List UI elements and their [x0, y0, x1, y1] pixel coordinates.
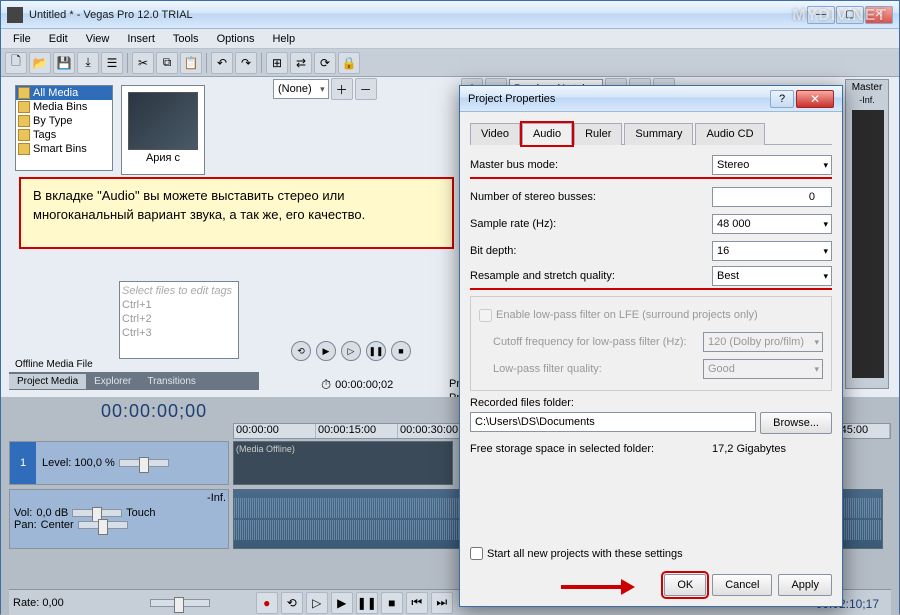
tree-media-bins[interactable]: Media Bins [16, 100, 112, 114]
dialog-close-button[interactable]: ✕ [796, 90, 834, 108]
tree-tags[interactable]: Tags [16, 128, 112, 142]
zoom-in-icon[interactable]: ＋ [331, 78, 353, 100]
pan-slider[interactable] [78, 521, 128, 529]
browse-button[interactable]: Browse... [760, 412, 832, 434]
play-start2-icon[interactable]: ▷ [306, 592, 328, 614]
tree-smart-bins[interactable]: Smart Bins [16, 142, 112, 156]
cancel-button[interactable]: Cancel [712, 574, 772, 596]
trimmer-time: ⏱00:00:00;02 [321, 377, 393, 393]
app-icon [7, 7, 23, 23]
ripple-icon[interactable]: ⇄ [290, 52, 312, 74]
lfe-checkbox [479, 309, 492, 322]
annotation-arrow [561, 579, 635, 595]
tab-audio-cd[interactable]: Audio CD [695, 123, 764, 145]
app-window: Untitled * - Vegas Pro 12.0 TRIAL — ▢ ✕ … [0, 0, 900, 614]
cut-icon[interactable]: ✂ [132, 52, 154, 74]
vol-slider[interactable] [72, 509, 122, 517]
video-clip[interactable]: (Media Offline) [233, 441, 453, 485]
lock-icon[interactable]: 🔒 [338, 52, 360, 74]
apply-button[interactable]: Apply [778, 574, 832, 596]
menu-view[interactable]: View [78, 31, 118, 47]
project-properties-dialog: Project Properties ? ✕ Video Audio Ruler… [459, 85, 843, 607]
recorded-folder-input[interactable] [470, 412, 756, 432]
tree-all-media[interactable]: All Media [16, 86, 112, 100]
sample-rate-select[interactable]: 48 000 [712, 214, 832, 234]
ok-button[interactable]: OK [664, 574, 706, 596]
tab-audio[interactable]: Audio [522, 123, 572, 145]
master-meter [852, 110, 884, 378]
stop-icon[interactable]: ■ [391, 341, 411, 361]
help-icon[interactable]: ? [770, 90, 794, 108]
save-icon[interactable]: 💾 [53, 52, 75, 74]
menu-insert[interactable]: Insert [119, 31, 163, 47]
go-end-icon[interactable]: ⏭ [431, 592, 453, 614]
play-icon[interactable]: ▶ [316, 341, 336, 361]
tab-video[interactable]: Video [470, 123, 520, 145]
new-icon[interactable]: 🗋 [5, 52, 27, 74]
menubar[interactable]: File Edit View Insert Tools Options Help [1, 29, 899, 49]
lfe-fieldset: Enable low-pass filter on LFE (surround … [470, 296, 832, 391]
tab-transitions[interactable]: Transitions [139, 374, 204, 389]
copy-icon[interactable]: ⧉ [156, 52, 178, 74]
zoom-out-icon[interactable]: － [355, 78, 377, 100]
level-slider[interactable] [119, 459, 169, 467]
resample-select[interactable]: Best [712, 266, 832, 286]
timeline-position: 00:00:00;00 [101, 401, 207, 422]
window-title: Untitled * - Vegas Pro 12.0 TRIAL [29, 9, 807, 21]
thumbnail-caption: Ария с [122, 152, 204, 164]
dialog-tabs[interactable]: Video Audio Ruler Summary Audio CD [470, 122, 832, 145]
loop-icon[interactable]: ⟲ [291, 341, 311, 361]
tab-explorer[interactable]: Explorer [86, 374, 139, 389]
autosave-icon[interactable]: ⟳ [314, 52, 336, 74]
thumbnail-image [128, 92, 198, 150]
render-icon[interactable]: ⤓ [77, 52, 99, 74]
main-toolbar: 🗋 📂 💾 ⤓ ☰ ✂ ⧉ 📋 ↶ ↷ ⊞ ⇄ ⟳ 🔒 [1, 49, 899, 77]
tool-mode-select[interactable]: (None) [273, 79, 329, 99]
trimmer-transport: ⟲ ▶ ▷ ❚❚ ■ [291, 341, 411, 361]
rate-slider[interactable] [150, 599, 210, 607]
menu-options[interactable]: Options [209, 31, 263, 47]
rate-label: Rate: 0,00 [13, 597, 64, 609]
cutoff-select: 120 (Dolby pro/film) [703, 332, 823, 352]
properties-icon[interactable]: ☰ [101, 52, 123, 74]
tab-summary[interactable]: Summary [624, 123, 693, 145]
titlebar: Untitled * - Vegas Pro 12.0 TRIAL — ▢ ✕ [1, 1, 899, 29]
menu-help[interactable]: Help [264, 31, 303, 47]
dialog-titlebar: Project Properties ? ✕ [460, 86, 842, 112]
play-start-icon[interactable]: ▷ [341, 341, 361, 361]
media-tree[interactable]: All Media Media Bins By Type Tags Smart … [15, 85, 113, 171]
tree-by-type[interactable]: By Type [16, 114, 112, 128]
redo-icon[interactable]: ↷ [235, 52, 257, 74]
pause2-icon[interactable]: ❚❚ [356, 592, 378, 614]
watermark: MYDIV.NET [792, 7, 887, 25]
audio-track-header[interactable]: Vol:0,0 dBTouch Pan:Center -Inf. [9, 489, 229, 549]
dock-tabs[interactable]: Project Media Explorer Transitions [9, 372, 259, 390]
record-icon[interactable]: ● [256, 592, 278, 614]
play2-icon[interactable]: ▶ [331, 592, 353, 614]
master-bus-panel: Master -Inf. [845, 79, 889, 389]
master-bus-select[interactable]: Stereo [712, 155, 832, 175]
snap-icon[interactable]: ⊞ [266, 52, 288, 74]
loop-play-icon[interactable]: ⟲ [281, 592, 303, 614]
paste-icon[interactable]: 📋 [180, 52, 202, 74]
start-all-checkbox[interactable]: Start all new projects with these settin… [470, 547, 683, 560]
tag-editor[interactable]: Select files to edit tags Ctrl+1 Ctrl+2 … [119, 281, 239, 359]
tab-ruler[interactable]: Ruler [574, 123, 622, 145]
tab-project-media[interactable]: Project Media [9, 374, 86, 389]
media-thumbnail[interactable]: Ария с [121, 85, 205, 175]
bit-depth-select[interactable]: 16 [712, 241, 832, 261]
video-track-header[interactable]: 1 Level: 100,0 % [9, 441, 229, 485]
go-start-icon[interactable]: ⏮ [406, 592, 428, 614]
offline-media-label: Offline Media File [15, 359, 93, 370]
stop2-icon[interactable]: ■ [381, 592, 403, 614]
lfe-quality-select: Good [703, 359, 823, 379]
annotation-callout: В вкладке "Audio" вы можете выставить ст… [19, 177, 454, 249]
menu-tools[interactable]: Tools [165, 31, 207, 47]
menu-edit[interactable]: Edit [41, 31, 76, 47]
pause-icon[interactable]: ❚❚ [366, 341, 386, 361]
menu-file[interactable]: File [5, 31, 39, 47]
undo-icon[interactable]: ↶ [211, 52, 233, 74]
stereo-busses-input[interactable]: 0 [712, 187, 832, 207]
open-icon[interactable]: 📂 [29, 52, 51, 74]
